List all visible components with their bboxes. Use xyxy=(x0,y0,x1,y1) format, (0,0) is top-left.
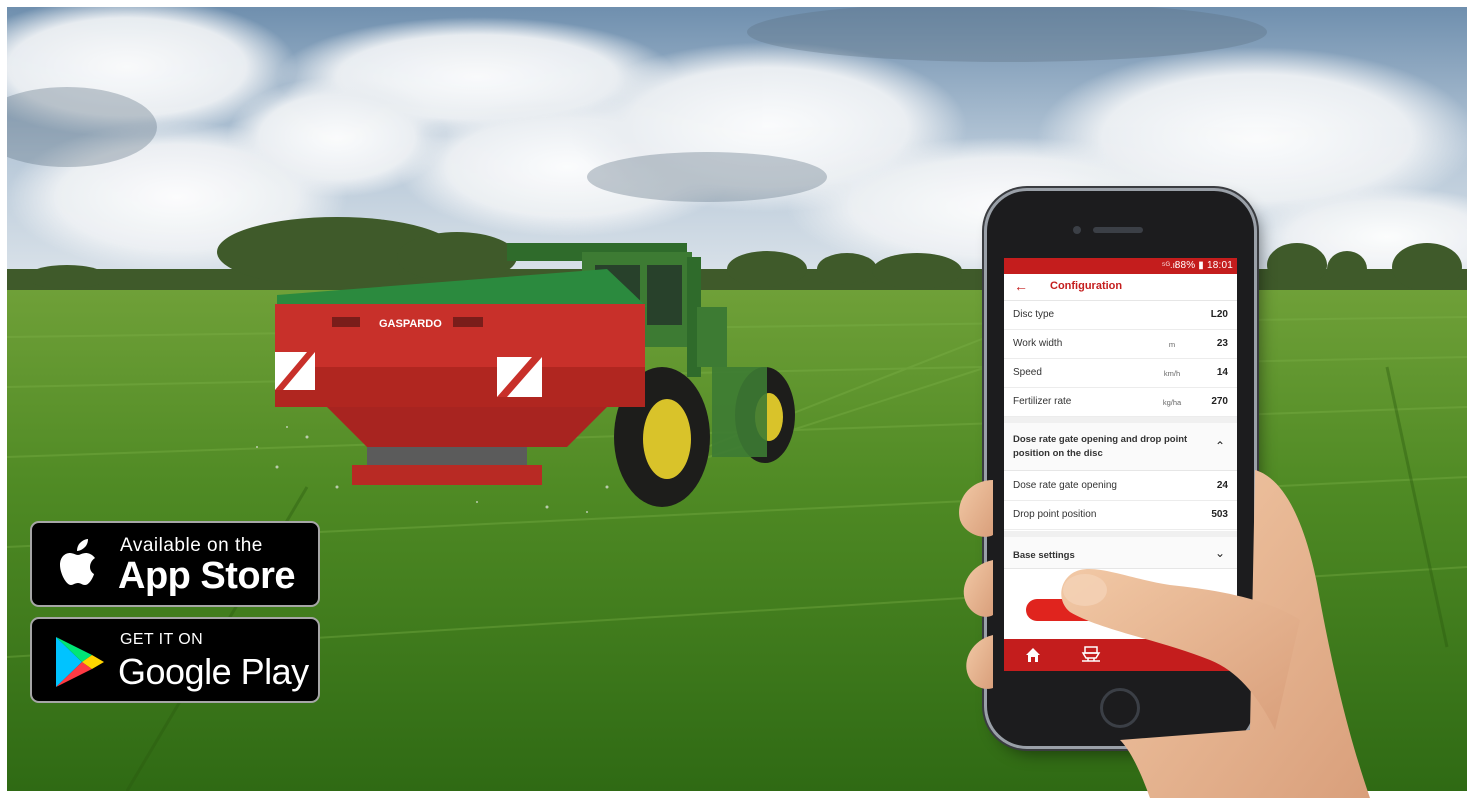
chevron-up-icon: ⌃ xyxy=(1214,439,1225,453)
row-value: 14 xyxy=(1216,367,1228,378)
back-arrow-icon[interactable]: ← xyxy=(1014,278,1028,294)
row-label: Fertilizer rate xyxy=(1013,396,1072,407)
google-play-badge[interactable]: GET IT ON Google Play xyxy=(30,617,320,703)
row-label: Disc type xyxy=(1013,309,1055,320)
google-play-big-text: Google Play xyxy=(118,651,309,692)
row-label: Drop point position xyxy=(1013,509,1097,520)
row-unit: kg/ha xyxy=(1162,398,1182,407)
apple-logo-icon xyxy=(60,539,95,585)
app-bar: ← Configuration xyxy=(1004,274,1237,301)
chevron-down-icon: ⌄ xyxy=(1214,546,1225,560)
row-value: 270 xyxy=(1211,396,1228,407)
config-row-drop-point-position[interactable]: Drop point position 503 xyxy=(1004,501,1237,530)
google-play-logo-icon xyxy=(56,637,104,687)
app-store-badge[interactable]: Available on the App Store xyxy=(30,521,320,607)
primary-action-button[interactable] xyxy=(1026,599,1214,621)
row-label: Dose rate gate opening xyxy=(1013,480,1117,491)
home-button[interactable] xyxy=(1100,688,1140,728)
phone-screen: ⁵ᴳ.ıl 88% ▮ 18:01 ← Configuration Disc t… xyxy=(1004,258,1237,671)
hint-link[interactable]: tions xyxy=(1124,580,1139,587)
status-bar: ⁵ᴳ.ıl 88% ▮ 18:01 xyxy=(1004,258,1237,274)
row-value: 24 xyxy=(1216,480,1228,491)
config-row-disc-type[interactable]: Disc type L20 xyxy=(1004,301,1237,330)
row-unit: m xyxy=(1168,340,1176,349)
app-store-small-text: Available on the xyxy=(120,535,263,556)
earpiece-speaker xyxy=(1093,227,1143,233)
config-row-work-width[interactable]: Work width m 23 xyxy=(1004,330,1237,359)
app-store-big-text: App Store xyxy=(118,555,296,597)
smartphone: ⁵ᴳ.ıl 88% ▮ 18:01 ← Configuration Disc t… xyxy=(987,191,1254,746)
config-row-dose-rate-gate-opening[interactable]: Dose rate gate opening 24 xyxy=(1004,472,1237,501)
row-value: 23 xyxy=(1216,338,1228,349)
google-play-small-text: GET IT ON xyxy=(120,631,204,648)
section-base-settings-header[interactable]: Base settings ⌄ xyxy=(1004,531,1237,569)
row-value: 503 xyxy=(1211,509,1228,520)
row-unit: km/h xyxy=(1163,369,1181,378)
spreader-brand-label: GASPARDO xyxy=(379,318,442,330)
config-row-fertilizer-rate[interactable]: Fertilizer rate kg/ha 270 xyxy=(1004,388,1237,417)
spreader-icon[interactable] xyxy=(1080,645,1102,663)
bottom-navigation xyxy=(1004,639,1237,671)
page-title: Configuration xyxy=(1050,280,1123,292)
section-dose-rate-header[interactable]: Dose rate gate opening and drop point po… xyxy=(1004,417,1237,471)
config-row-speed[interactable]: Speed km/h 14 xyxy=(1004,359,1237,388)
section-title: Base settings xyxy=(1013,550,1075,561)
front-camera xyxy=(1073,226,1081,234)
row-label: Speed xyxy=(1013,367,1042,378)
row-label: Work width xyxy=(1013,338,1063,349)
section-title: Dose rate gate opening and drop point po… xyxy=(1013,434,1188,459)
home-icon[interactable] xyxy=(1025,647,1041,663)
row-value: L20 xyxy=(1210,309,1228,320)
status-text: 88% ▮ 18:01 xyxy=(1174,260,1233,271)
